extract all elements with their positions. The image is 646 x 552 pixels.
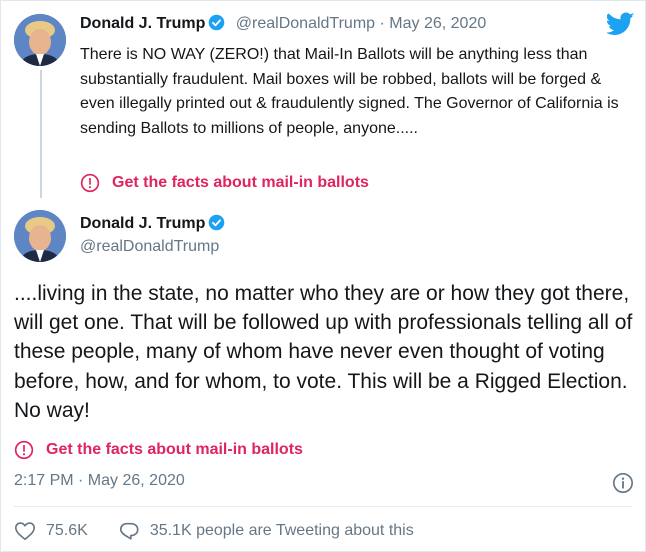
tweet-header: Donald J. Trump bbox=[80, 214, 225, 233]
tweet-header: Donald J. Trump @realDonaldTrump · May 2… bbox=[80, 14, 486, 33]
facts-link[interactable]: Get the facts about mail-in ballots bbox=[14, 440, 303, 460]
like-action[interactable]: 75.6K bbox=[14, 520, 88, 542]
tweet-date[interactable]: May 26, 2020 bbox=[389, 15, 486, 32]
avatar[interactable] bbox=[14, 14, 66, 66]
tweeting-count: 35.1K people are Tweeting about this bbox=[149, 522, 414, 539]
facts-link-label: Get the facts about mail-in ballots bbox=[112, 174, 369, 191]
facts-link[interactable]: Get the facts about mail-in ballots bbox=[80, 173, 369, 193]
handle[interactable]: @realDonaldTrump bbox=[236, 15, 375, 32]
facts-link-label: Get the facts about mail-in ballots bbox=[46, 441, 303, 458]
thread-line bbox=[40, 70, 42, 198]
alert-icon bbox=[14, 440, 34, 460]
tweet-text: There is NO WAY (ZERO!) that Mail-In Bal… bbox=[80, 46, 619, 137]
tweet-text: ....living in the state, no matter who t… bbox=[14, 282, 633, 422]
timestamp[interactable]: 2:17 PM · May 26, 2020 bbox=[14, 472, 185, 490]
display-name[interactable]: Donald J. Trump bbox=[80, 215, 205, 232]
handle[interactable]: @realDonaldTrump bbox=[80, 238, 219, 256]
info-icon[interactable] bbox=[612, 472, 634, 494]
comment-bubble-icon bbox=[119, 522, 139, 540]
like-count: 75.6K bbox=[46, 522, 88, 539]
alert-icon bbox=[80, 173, 100, 193]
verified-badge-icon bbox=[209, 14, 225, 31]
avatar[interactable] bbox=[14, 210, 66, 262]
heart-icon bbox=[15, 522, 35, 541]
separator-dot: · bbox=[379, 15, 385, 32]
divider bbox=[14, 506, 632, 507]
verified-badge-icon bbox=[209, 214, 225, 231]
display-name[interactable]: Donald J. Trump bbox=[80, 15, 205, 32]
twitter-bird-icon[interactable] bbox=[607, 12, 635, 36]
tweeting-action[interactable]: 35.1K people are Tweeting about this bbox=[118, 520, 414, 542]
engagement-bar: 75.6K 35.1K people are Tweeting about th… bbox=[14, 520, 414, 542]
